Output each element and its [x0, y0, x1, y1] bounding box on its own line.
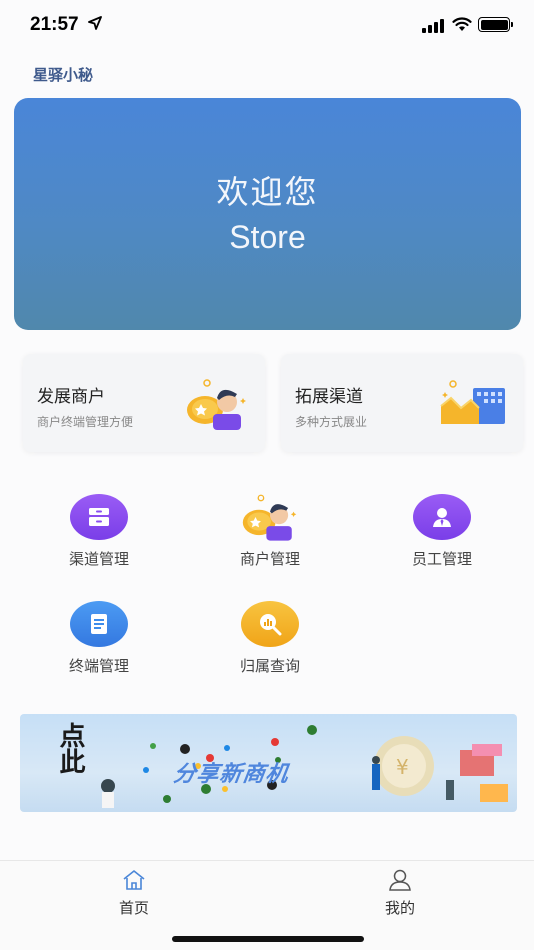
grid-item-label: 员工管理 — [411, 550, 472, 568]
banner-welcome-text: 欢迎您 — [216, 172, 319, 211]
tab-mine[interactable]: 我的 — [360, 869, 440, 918]
employee-icon — [413, 494, 471, 540]
grid-item-label: 终端管理 — [68, 657, 129, 675]
expand-channel-card[interactable]: 拓展渠道 多种方式展业 — [281, 354, 523, 452]
status-bar: 21:57 — [0, 0, 534, 54]
tab-home[interactable]: 首页 — [94, 869, 174, 918]
battery-icon — [478, 17, 513, 32]
grid-item-label: 商户管理 — [239, 550, 300, 568]
home-icon — [123, 870, 145, 890]
location-arrow-icon — [88, 16, 102, 30]
app-title: 星驿小秘 — [33, 66, 94, 84]
banner-store-text: Store — [229, 218, 306, 255]
tab-label: 我的 — [384, 899, 415, 917]
develop-merchant-card[interactable]: 发展商户 商户终端管理方便 — [23, 354, 265, 452]
merchant-person-icon — [241, 494, 299, 541]
grid-item-employee-management[interactable]: 员工管理 — [382, 494, 502, 569]
wifi-icon — [452, 17, 472, 31]
grid-item-merchant-management[interactable]: 商户管理 — [210, 494, 330, 569]
card-subtitle: 多种方式展业 — [295, 415, 368, 429]
search-chart-icon — [241, 601, 299, 647]
banner-text: 分享新商机 — [171, 762, 291, 787]
card-title: 拓展渠道 — [295, 387, 363, 407]
building-growth-icon — [440, 380, 505, 424]
grid-item-attribution-query[interactable]: 归属查询 — [210, 601, 330, 676]
grid-item-label: 渠道管理 — [68, 550, 129, 568]
drawer-icon — [70, 494, 128, 540]
cellular-signal-icon — [422, 19, 444, 33]
status-time: 21:57 — [30, 14, 79, 35]
share-opportunity-banner[interactable]: 点此 ¥ 分享新商机 — [20, 714, 517, 812]
svg-text:¥: ¥ — [396, 755, 409, 779]
tab-label: 首页 — [118, 899, 149, 917]
grid-item-channel-management[interactable]: 渠道管理 — [39, 494, 159, 569]
welcome-banner: 欢迎您 Store — [14, 98, 521, 330]
user-icon — [389, 869, 411, 891]
grid-item-label: 归属查询 — [239, 657, 300, 675]
home-indicator — [172, 936, 364, 942]
merchant-person-icon — [187, 379, 246, 430]
document-icon — [70, 601, 128, 647]
grid-item-terminal-management[interactable]: 终端管理 — [39, 601, 159, 676]
card-subtitle: 商户终端管理方便 — [37, 415, 134, 429]
card-title: 发展商户 — [37, 387, 105, 407]
